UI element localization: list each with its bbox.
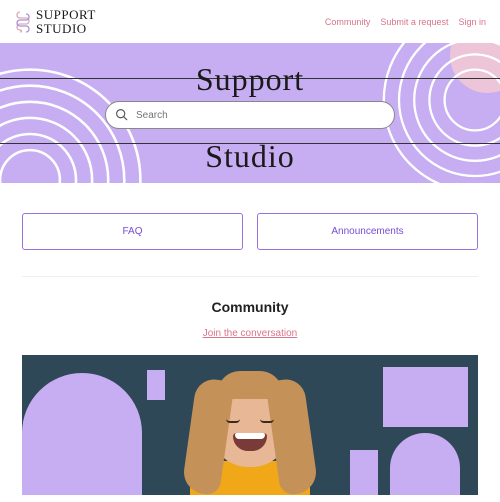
rings-right-icon [380, 43, 500, 183]
person-illustration [180, 367, 320, 495]
shape-rect-tr [383, 367, 468, 427]
nav-community[interactable]: Community [325, 17, 371, 27]
nav-submit-request[interactable]: Submit a request [380, 17, 448, 27]
community-heading: Community [0, 299, 500, 315]
header: SUPPORT STUDIO Community Submit a reques… [0, 0, 500, 43]
brand-line2: STUDIO [36, 22, 96, 36]
search-icon [115, 108, 128, 121]
nav-signin[interactable]: Sign in [458, 17, 486, 27]
shape-arch-left [22, 373, 142, 495]
hero: Support Studio [0, 43, 500, 183]
hero-title-2: Studio [205, 138, 295, 175]
eye-left [226, 419, 240, 423]
brand-text: SUPPORT STUDIO [36, 8, 96, 35]
category-cards: FAQ Announcements [0, 183, 500, 270]
eyes [211, 419, 289, 423]
community-link[interactable]: Join the conversation [203, 328, 298, 339]
shape-small [350, 450, 378, 495]
card-announcements[interactable]: Announcements [257, 213, 478, 250]
community-banner [22, 355, 478, 495]
logo-icon [14, 11, 32, 33]
face [211, 375, 289, 467]
search-input[interactable] [105, 101, 395, 129]
card-faq[interactable]: FAQ [22, 213, 243, 250]
eye-right [260, 419, 274, 423]
search-wrap [105, 101, 395, 129]
brand-line1: SUPPORT [36, 8, 96, 22]
shape-small-2 [147, 370, 165, 400]
hair-top [217, 371, 283, 399]
community-section: Community Join the conversation [0, 277, 500, 355]
hero-title-1: Support [196, 61, 304, 98]
teeth [235, 433, 265, 439]
top-nav: Community Submit a request Sign in [325, 17, 486, 27]
shape-arch-right [390, 433, 460, 495]
logo[interactable]: SUPPORT STUDIO [14, 8, 96, 35]
